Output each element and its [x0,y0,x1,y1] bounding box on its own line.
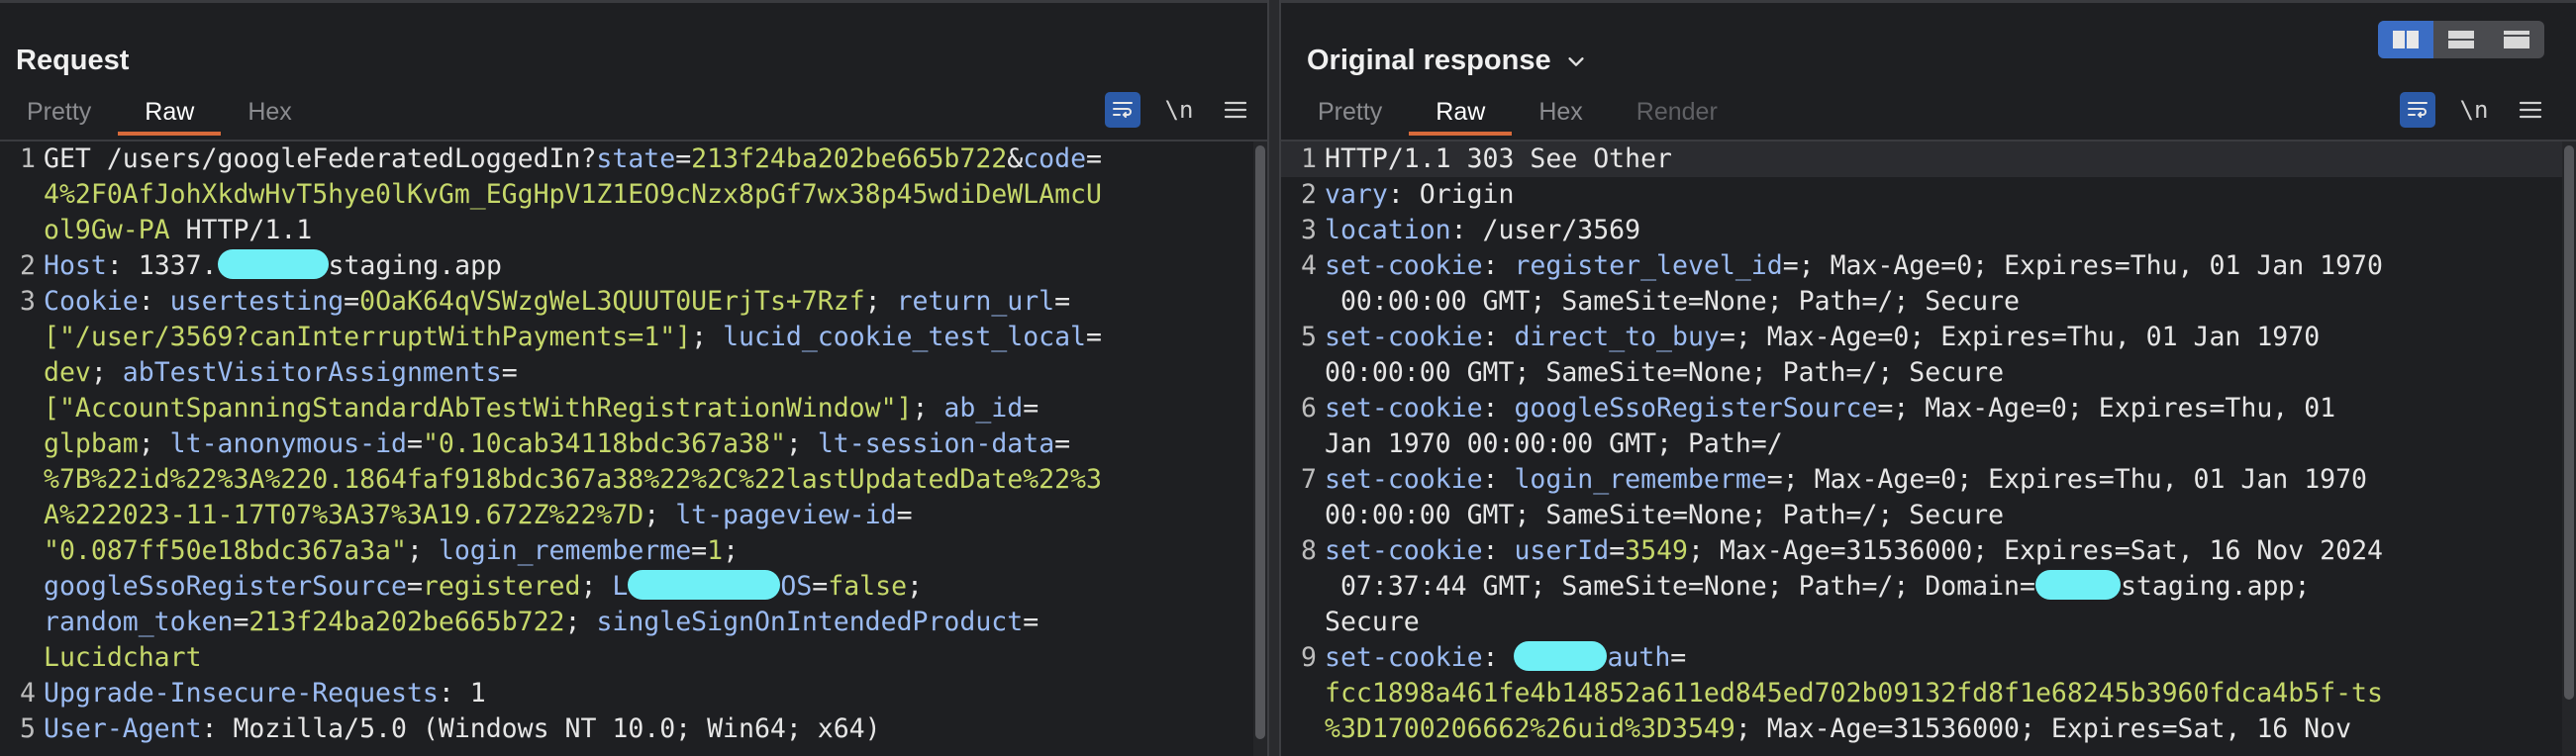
code-line: 5 User-Agent: Mozilla/5.0 (Windows NT 10.… [0,711,1267,747]
response-tabs: Pretty Raw Hex Render [1291,90,1744,138]
menu-icon[interactable] [2513,92,2548,128]
tab-raw[interactable]: Raw [118,90,222,138]
redaction-mark [1514,641,1608,671]
code-line: 7 set-cookie: login_rememberme=; Max-Age=… [1281,462,2576,498]
line-number: 5 [20,713,36,744]
code-line: %3D1700206662%26uid%3D3549; Max-Age=3153… [1325,713,2352,744]
line-number: 3 [1301,215,1317,245]
request-title-text: Request [16,45,130,76]
request-editor[interactable]: 1 GET /users/googleFederatedLoggedIn?stat… [0,140,1267,756]
line-number: 4 [20,678,36,709]
code-line: 07:37:44 GMT; SameSite=None; Path=/; Dom… [1325,570,2311,602]
code-line: ["AccountSpanningStandardAbTestWithRegis… [44,393,1040,424]
response-title-text: Original response [1307,45,1551,76]
tab-hex[interactable]: Hex [221,90,318,138]
line-number: 9 [1301,642,1317,673]
line-number: 2 [20,250,36,281]
tab-pretty[interactable]: Pretty [1291,90,1409,138]
code-line: 1 GET /users/googleFederatedLoggedIn?stat… [0,142,1267,177]
menu-icon[interactable] [1218,92,1253,128]
response-scrollbar[interactable] [2562,142,2576,756]
code-line: 4 set-cookie: register_level_id=; Max-Age… [1281,248,2576,284]
code-line: 00:00:00 GMT; SameSite=None; Path=/; Sec… [1325,286,2020,317]
code-line: A%222023-11-17T07%3A37%3A19.672Z%22%7D; … [44,500,913,530]
response-panel: Original response Pretty Raw Hex Render … [1281,0,2576,756]
chevron-down-icon[interactable] [1565,50,1587,72]
code-line: 2 vary: Origin [1281,177,2576,213]
redaction-mark [628,570,781,600]
redaction-mark [2034,570,2121,600]
code-line: fcc1898a461fe4b14852a611ed845ed702b09132… [1325,678,2383,709]
code-line: ol9Gw-PA HTTP/1.1 [44,215,313,245]
code-line: 4%2F0AfJohXkdwHvT5hye0lKvGm_EGgHpV1Z1EO9… [44,179,1102,210]
stacked-layout-icon[interactable] [2433,21,2489,58]
code-line: Lucidchart [44,642,202,673]
code-line: 2 Host: 1337. staging.app [0,248,1267,284]
line-number: 2 [1301,179,1317,210]
code-line: 4 Upgrade-Insecure-Requests: 1 [0,676,1267,711]
code-line: 1 HTTP/1.1 303 See Other [1281,142,2576,177]
code-line: 3 Cookie: usertesting=0OaK64qVSWzgWeL3QUU… [0,284,1267,320]
tab-raw[interactable]: Raw [1409,90,1513,138]
tab-pretty[interactable]: Pretty [0,90,118,138]
line-number: 4 [1301,250,1317,281]
scrollbar-thumb[interactable] [1255,145,1265,739]
request-title: Request [16,45,129,77]
code-line: 3 location: /user/3569 [1281,213,2576,248]
tab-hex[interactable]: Hex [1512,90,1609,138]
request-panel: Request Pretty Raw Hex \n 1 GET /users/go… [0,0,1267,756]
response-toolbar: \n [2400,92,2548,128]
newline-toggle-icon[interactable]: \n [1162,92,1196,128]
code-line: ["/user/3569?canInterruptWithPayments=1"… [44,322,1102,352]
code-line: %7B%22id%22%3A%220.1864faf918bdc367a38%2… [44,464,1102,495]
word-wrap-icon[interactable] [1105,92,1140,128]
side-by-side-layout-icon[interactable] [2378,21,2433,58]
code-line: googleSsoRegisterSource=registered; L OS=… [44,570,923,602]
response-title[interactable]: Original response [1307,45,1587,77]
code-line: 5 set-cookie: direct_to_buy=; Max-Age=0; … [1281,320,2576,355]
redaction-mark [217,249,329,279]
code-line: glpbam; lt-anonymous-id="0.10cab34118bdc… [44,428,1071,459]
single-layout-icon[interactable] [2489,21,2544,58]
request-scrollbar[interactable] [1253,142,1267,756]
code-line: 00:00:00 GMT; SameSite=None; Path=/; Sec… [1325,500,2005,530]
code-line: 9 set-cookie: auth= [1281,640,2576,676]
line-number: 1 [1301,143,1317,174]
code-line: 8 set-cookie: userId=3549; Max-Age=315360… [1281,533,2576,569]
code-line: "0.087ff50e18bdc367a3a"; login_rememberm… [44,535,740,566]
line-number: 6 [1301,393,1317,424]
code-line: 00:00:00 GMT; SameSite=None; Path=/; Sec… [1325,357,2005,388]
request-toolbar: \n [1105,92,1253,128]
panel-divider[interactable] [1267,0,1281,756]
line-number: 8 [1301,535,1317,566]
code-line: Secure [1325,607,1420,637]
line-number: 7 [1301,464,1317,495]
code-line: 6 set-cookie: googleSsoRegisterSource=; M… [1281,391,2576,426]
line-number: 3 [20,286,36,317]
code-line: dev; abTestVisitorAssignments= [44,357,518,388]
response-editor[interactable]: 1 HTTP/1.1 303 See Other 2 vary: Origin 3l… [1281,140,2576,756]
tab-render[interactable]: Render [1610,90,1744,138]
code-line: Jan 1970 00:00:00 GMT; Path=/ [1325,428,1783,459]
code-line: random_token=213f24ba202be665b722; singl… [44,607,1040,637]
newline-toggle-icon[interactable]: \n [2457,92,2491,128]
request-tabs: Pretty Raw Hex [0,90,319,138]
word-wrap-icon[interactable] [2400,92,2435,128]
layout-toggle [2378,21,2544,58]
scrollbar-thumb[interactable] [2564,145,2574,700]
line-number: 1 [20,143,36,174]
line-number: 5 [1301,322,1317,352]
